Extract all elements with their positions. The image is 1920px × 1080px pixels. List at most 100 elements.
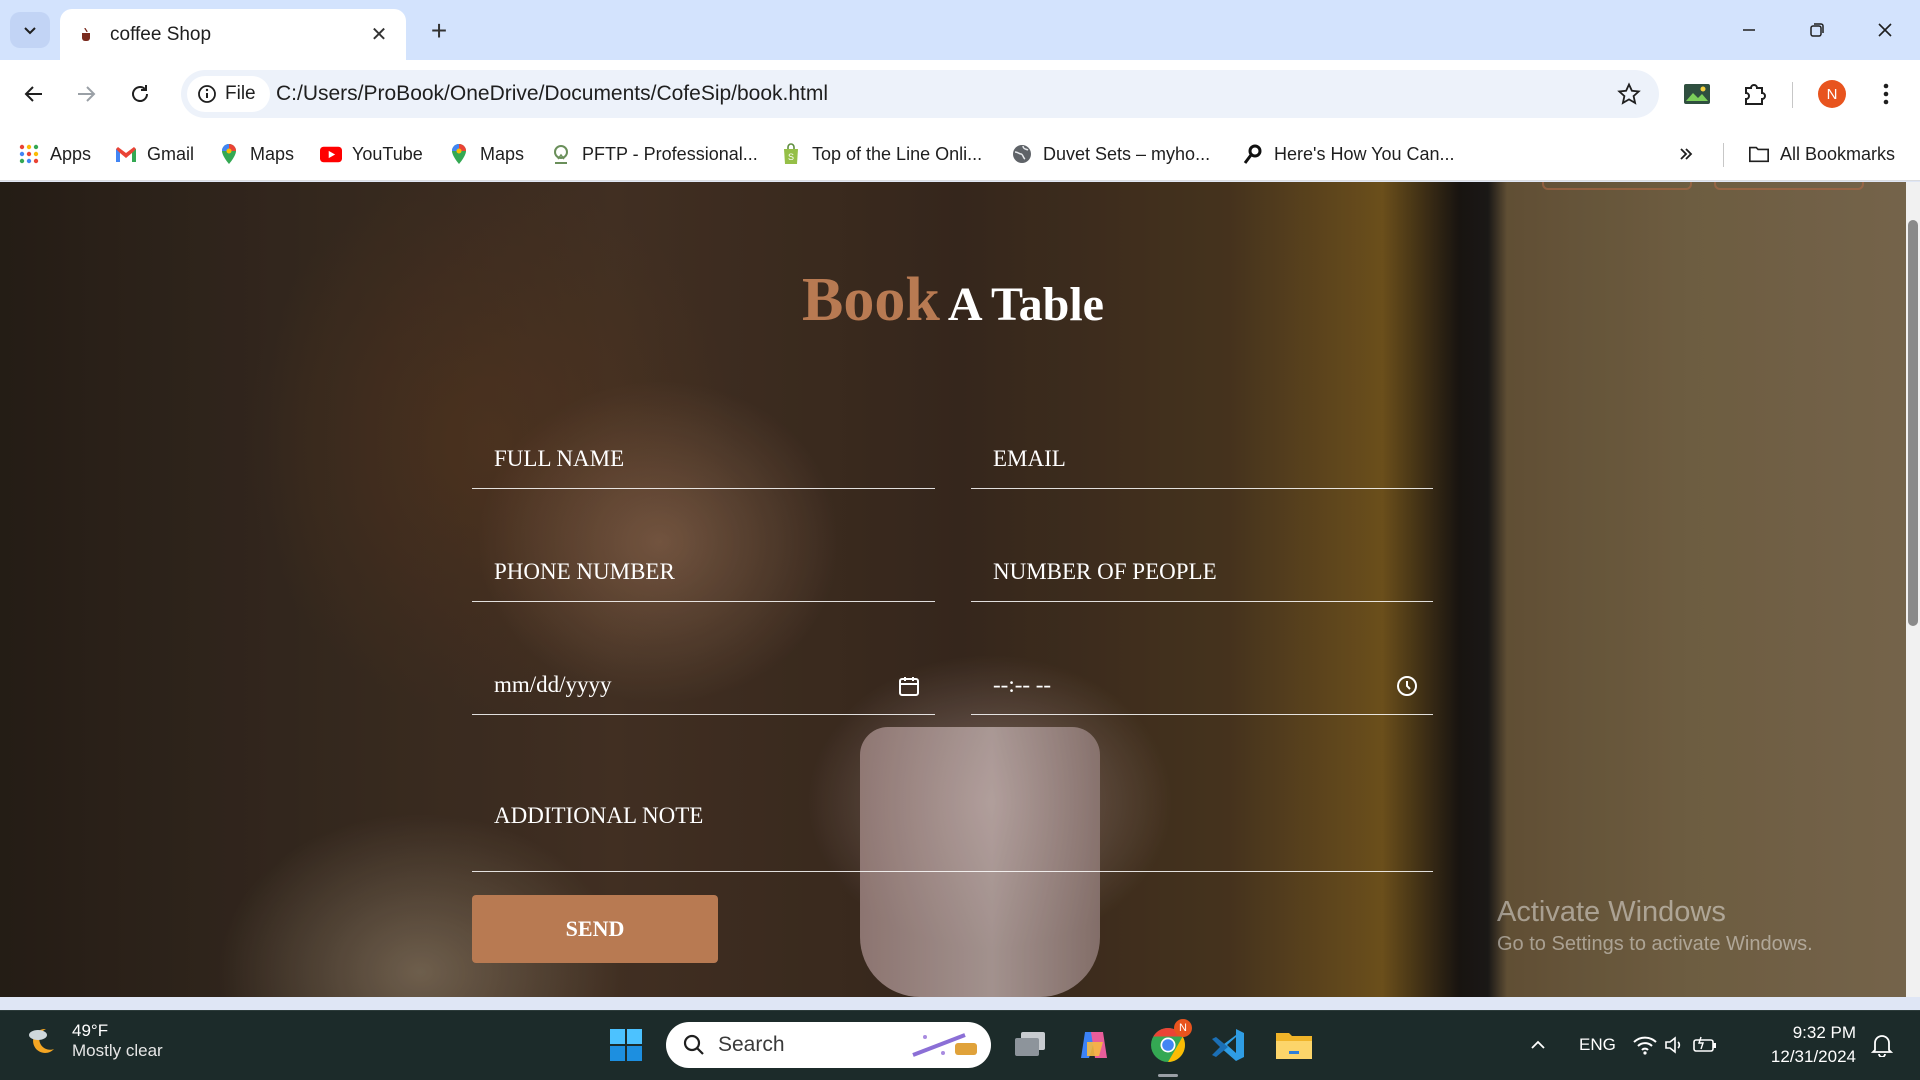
url-text[interactable]: C:/Users/ProBook/OneDrive/Documents/Cofe… — [276, 70, 828, 118]
bookmark-duvet[interactable]: Duvet Sets – myho... — [1011, 139, 1210, 169]
close-window-button[interactable] — [1852, 8, 1918, 52]
bookmarks-bar: Apps Gmail Maps YouTube Maps PFTP - Prof… — [0, 129, 1920, 181]
bookmark-label: Gmail — [147, 143, 195, 164]
task-view-button[interactable] — [1008, 1023, 1052, 1067]
browser-menu-button[interactable] — [1868, 76, 1904, 112]
address-bar[interactable]: File C:/Users/ProBook/OneDrive/Documents… — [181, 70, 1659, 118]
bookmark-label: PFTP - Professional... — [582, 143, 758, 164]
bookmark-youtube[interactable]: YouTube — [320, 139, 423, 169]
taskbar-search[interactable]: Search — [666, 1022, 991, 1068]
weather-temp: 49°F — [72, 1021, 109, 1040]
chrome-profile-badge: N — [1174, 1019, 1192, 1037]
site-chip-label: File — [225, 83, 256, 104]
bookmark-pftp[interactable]: PFTP - Professional... — [550, 139, 758, 169]
image-extension-icon[interactable] — [1679, 76, 1715, 112]
bookmark-gmail[interactable]: Gmail — [115, 139, 194, 169]
people-count-placeholder: NUMBER OF PEOPLE — [993, 559, 1217, 584]
profile-avatar[interactable]: N — [1814, 76, 1850, 112]
send-button[interactable]: SEND — [472, 895, 718, 963]
apps-grid-icon — [18, 143, 40, 165]
pftp-icon — [550, 143, 572, 165]
maps-pin-icon — [448, 143, 470, 165]
arrow-right-icon — [78, 86, 96, 102]
bookmark-top-line[interactable]: S Top of the Line Onli... — [780, 139, 982, 169]
date-field[interactable]: mm/dd/yyyy — [472, 663, 935, 715]
email-placeholder: EMAIL — [993, 446, 1066, 471]
bookmark-apps[interactable]: Apps — [18, 139, 91, 169]
chrome-taskbar-button[interactable]: N — [1140, 1019, 1196, 1077]
language-indicator[interactable]: ENG — [1579, 1035, 1616, 1055]
page-viewport: Book A Table FULL NAME EMAIL PHONE NUMBE… — [0, 182, 1920, 997]
wifi-icon — [1633, 1036, 1657, 1055]
bookmark-maps[interactable]: Maps — [218, 139, 294, 169]
moon-cloud-icon — [29, 1028, 54, 1053]
clock-icon[interactable] — [1395, 674, 1419, 698]
people-count-field[interactable]: NUMBER OF PEOPLE — [971, 550, 1433, 602]
copilot-icon — [1081, 1032, 1107, 1058]
minimize-icon — [1743, 29, 1755, 31]
bookmark-label: Maps — [250, 143, 295, 164]
header-button-partial[interactable] — [1542, 182, 1692, 190]
shopify-bag-icon: S — [780, 143, 802, 165]
minimize-button[interactable] — [1716, 8, 1782, 52]
additional-note-field[interactable]: ADDITIONAL NOTE — [472, 790, 1433, 872]
restore-button[interactable] — [1784, 8, 1850, 52]
bookmark-heres-how[interactable]: Here's How You Can... — [1242, 139, 1455, 169]
system-clock[interactable]: 9:32 PM 12/31/2024 — [1771, 1021, 1856, 1069]
all-bookmarks-button[interactable]: All Bookmarks — [1748, 139, 1895, 169]
time-field[interactable]: --:-- -- — [971, 663, 1433, 715]
page-title: Book A Table — [0, 265, 1906, 336]
file-explorer-button[interactable] — [1272, 1023, 1316, 1067]
copilot-button[interactable] — [1072, 1023, 1116, 1067]
show-hidden-icons-button[interactable] — [1518, 1023, 1558, 1067]
activate-windows-watermark: Activate Windows Go to Settings to activ… — [1497, 896, 1813, 956]
quick-settings-button[interactable] — [1630, 1023, 1720, 1067]
tab-strip: coffee Shop ✕ + — [0, 0, 1920, 60]
notification-bell-icon — [1871, 1035, 1893, 1057]
clock-time: 9:32 PM — [1792, 1023, 1856, 1042]
chevron-down-icon — [24, 27, 36, 35]
search-icon — [683, 1034, 704, 1055]
page-scrollbar[interactable] — [1906, 182, 1920, 997]
double-chevron-right-icon — [1680, 148, 1693, 160]
new-tab-button[interactable]: + — [422, 14, 456, 48]
start-button[interactable] — [604, 1023, 648, 1067]
bookmarks-overflow-button[interactable] — [1678, 139, 1694, 169]
notification-center-button[interactable] — [1862, 1023, 1902, 1067]
folder-icon — [1276, 1033, 1312, 1059]
scrollbar-thumb[interactable] — [1908, 220, 1918, 626]
extensions-puzzle-icon[interactable] — [1736, 76, 1772, 112]
full-name-placeholder: FULL NAME — [494, 446, 625, 471]
vscode-taskbar-button[interactable] — [1206, 1023, 1250, 1067]
youtube-icon — [320, 143, 342, 165]
email-field[interactable]: EMAIL — [971, 437, 1433, 489]
forward-button[interactable] — [64, 72, 108, 116]
watermark-subtitle: Go to Settings to activate Windows. — [1497, 933, 1813, 955]
restore-icon — [1810, 23, 1824, 37]
bookmark-maps-2[interactable]: Maps — [448, 139, 524, 169]
note-placeholder: ADDITIONAL NOTE — [494, 803, 704, 828]
reload-icon — [132, 85, 148, 102]
full-name-field[interactable]: FULL NAME — [472, 437, 935, 489]
header-button-partial[interactable] — [1714, 182, 1864, 190]
date-placeholder: mm/dd/yyyy — [494, 672, 612, 697]
tab-close-icon[interactable]: ✕ — [366, 22, 392, 48]
calendar-icon[interactable] — [897, 674, 921, 698]
clock-date: 12/31/2024 — [1770, 1047, 1856, 1066]
toolbar-divider — [1792, 82, 1793, 108]
reload-button[interactable] — [118, 72, 162, 116]
bookmark-label: YouTube — [352, 143, 423, 164]
browser-toolbar: File C:/Users/ProBook/OneDrive/Documents… — [0, 60, 1920, 129]
browser-tab-active[interactable]: coffee Shop ✕ — [60, 9, 406, 60]
phone-placeholder: PHONE NUMBER — [494, 559, 675, 584]
windows-taskbar: 49°F Mostly clear Search N ENG 9:32 PM 1… — [0, 1010, 1920, 1080]
bookmark-star-icon[interactable] — [1617, 82, 1641, 106]
info-icon — [198, 85, 216, 103]
phone-field[interactable]: PHONE NUMBER — [472, 550, 935, 602]
bookmark-label: Top of the Line Onli... — [812, 143, 983, 164]
bookmark-label: Duvet Sets – myho... — [1043, 143, 1211, 164]
site-info-chip[interactable]: File — [187, 76, 270, 112]
weather-widget[interactable]: 49°F Mostly clear — [24, 1021, 163, 1061]
back-button[interactable] — [12, 72, 56, 116]
tab-search-button[interactable] — [10, 12, 50, 48]
